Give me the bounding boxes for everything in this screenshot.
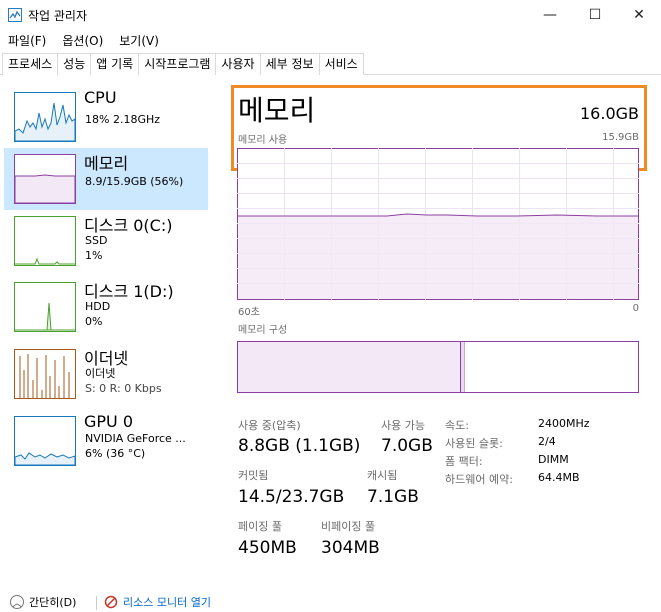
disk1-thumbnail-graph [14, 282, 76, 332]
sidebar-disk1-usage: 0% [85, 315, 103, 328]
sidebar-cpu-usage: 18% 2.18GHz [85, 113, 161, 126]
committed-value: 14.5/23.7GB [238, 487, 345, 507]
close-button[interactable]: ✕ [617, 0, 661, 30]
sidebar-item-cpu[interactable]: CPU 18% 2.18GHz [4, 86, 208, 148]
task-manager-icon [8, 8, 22, 22]
nonpaged-pool-value: 304MB [321, 538, 380, 558]
speed-label: 속도: [445, 419, 469, 432]
performance-sidebar: CPU 18% 2.18GHz 메모리 8.9/15.9GB (56%) 디스크… [0, 80, 210, 580]
slots-used-label: 사용된 슬롯: [445, 437, 503, 450]
resource-monitor-icon [104, 595, 118, 609]
sidebar-item-ethernet[interactable]: 이더넷 이더넷 S: 0 R: 0 Kbps [4, 343, 208, 405]
memory-usage-graph [237, 148, 639, 300]
tab-strip: 프로세스 성능 앱 기록 시작프로그램 사용자 세부 정보 서비스 [2, 53, 364, 75]
footer-divider [96, 596, 97, 610]
graph-axis-end: 0 [632, 303, 639, 314]
sidebar-ethernet-throughput: S: 0 R: 0 Kbps [85, 382, 162, 395]
available-label: 사용 가능 [381, 419, 425, 432]
sidebar-disk1-title: 디스크 1(D:) [84, 282, 174, 301]
sidebar-memory-usage: 8.9/15.9GB (56%) [85, 175, 184, 188]
memory-composition-label: 메모리 구성 [238, 325, 288, 336]
hardware-reserved-label: 하드웨어 예약: [445, 473, 513, 486]
in-use-label: 사용 중(압축) [238, 419, 301, 432]
sidebar-disk0-title: 디스크 0(C:) [84, 216, 173, 235]
page-title: 메모리 [238, 94, 316, 127]
menu-view[interactable]: 보기(V) [111, 30, 167, 52]
committed-label: 커밋됨 [238, 469, 269, 482]
hardware-reserved-value: 64.4MB [538, 471, 580, 484]
cached-value: 7.1GB [367, 487, 419, 507]
sidebar-item-memory[interactable]: 메모리 8.9/15.9GB (56%) [4, 148, 208, 210]
sidebar-disk0-type: SSD [85, 234, 108, 247]
fewer-details-label: 간단히(D) [29, 596, 77, 609]
cpu-thumbnail-graph [14, 92, 76, 142]
paged-pool-value: 450MB [238, 538, 297, 558]
in-use-value: 8.8GB (1.1GB) [238, 436, 361, 456]
available-value: 7.0GB [381, 436, 433, 456]
chevron-up-icon: ︿ [10, 595, 24, 609]
sidebar-item-disk0[interactable]: 디스크 0(C:) SSD 1% [4, 210, 208, 272]
tab-users[interactable]: 사용자 [215, 53, 261, 75]
sidebar-memory-title: 메모리 [84, 154, 129, 173]
gpu-thumbnail-graph [14, 416, 76, 466]
sidebar-disk1-type: HDD [85, 300, 111, 313]
open-resource-monitor-link[interactable]: 리소스 모니터 열기 [104, 594, 211, 610]
tab-performance[interactable]: 성능 [57, 53, 92, 75]
maximize-button[interactable]: ☐ [573, 0, 617, 30]
menu-file[interactable]: 파일(F) [0, 30, 54, 52]
slots-used-value: 2/4 [538, 435, 556, 448]
memory-usage-label: 메모리 사용 [238, 135, 288, 146]
title-bar: 작업 관리자 — ☐ ✕ [0, 0, 661, 30]
minimize-button[interactable]: — [528, 0, 572, 30]
nonpaged-pool-label: 비페이징 풀 [321, 520, 376, 533]
tab-startup[interactable]: 시작프로그램 [138, 53, 217, 75]
paged-pool-label: 페이징 풀 [238, 520, 282, 533]
cached-label: 캐시됨 [367, 469, 398, 482]
sidebar-ethernet-name: 이더넷 [85, 367, 116, 380]
window-title: 작업 관리자 [28, 9, 88, 23]
fewer-details-button[interactable]: ︿ 간단히(D) [10, 594, 76, 610]
sidebar-cpu-title: CPU [84, 88, 117, 107]
form-factor-value: DIMM [538, 453, 569, 466]
total-memory: 16.0GB [580, 104, 639, 123]
sidebar-gpu-title: GPU 0 [84, 412, 134, 431]
sidebar-gpu-name: NVIDIA GeForce ... [85, 432, 186, 445]
resource-monitor-label: 리소스 모니터 열기 [123, 596, 211, 609]
memory-thumbnail-graph [14, 154, 76, 204]
memory-composition-bar [237, 341, 639, 393]
sidebar-item-disk1[interactable]: 디스크 1(D:) HDD 0% [4, 276, 208, 338]
sidebar-gpu-usage: 6% (36 °C) [85, 447, 146, 460]
tab-app-history[interactable]: 앱 기록 [90, 53, 140, 75]
sidebar-item-gpu[interactable]: GPU 0 NVIDIA GeForce ... 6% (36 °C) [4, 410, 208, 472]
memory-usage-max: 15.9GB [602, 132, 639, 143]
form-factor-label: 폼 팩터: [445, 455, 483, 468]
ethernet-thumbnail-graph [14, 349, 76, 399]
menu-options[interactable]: 옵션(O) [54, 30, 111, 52]
menu-bar: 파일(F) 옵션(O) 보기(V) [0, 30, 661, 52]
tab-details[interactable]: 세부 정보 [259, 53, 320, 75]
tab-processes[interactable]: 프로세스 [2, 53, 59, 75]
tab-services[interactable]: 서비스 [318, 53, 364, 75]
disk0-thumbnail-graph [14, 216, 76, 266]
footer-bar: ︿ 간단히(D) 리소스 모니터 열기 [0, 590, 661, 612]
sidebar-disk0-usage: 1% [85, 249, 103, 262]
graph-axis-start: 60초 [238, 307, 260, 318]
speed-value: 2400MHz [538, 417, 590, 430]
